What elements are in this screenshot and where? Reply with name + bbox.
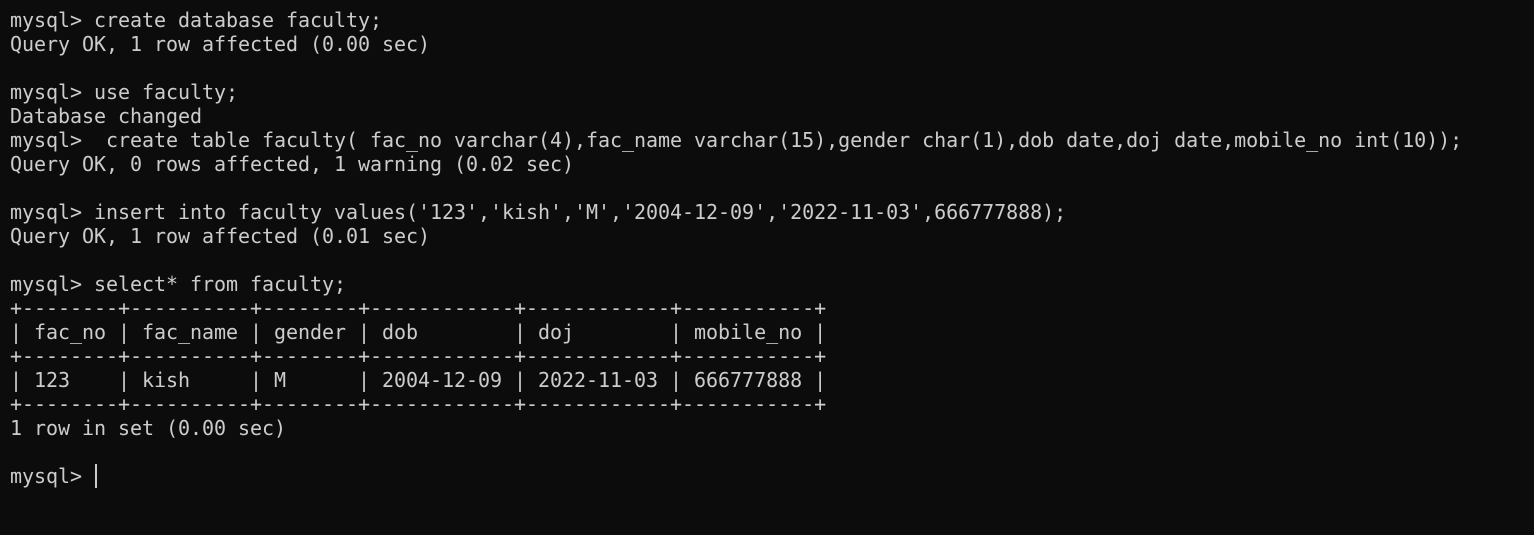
table-row: | 123 | kish | M | 2004-12-09 | 2022-11-… [10,368,827,392]
text-cursor [95,464,98,488]
output-line: 1 row in set (0.00 sec) [10,416,287,440]
output-line: mysql> insert into faculty values('123',… [10,200,1067,224]
terminal-window[interactable]: mysql> create database faculty; Query OK… [10,8,1534,535]
current-prompt-line[interactable]: mysql> [10,464,1534,488]
prompt-label: mysql> [10,464,95,488]
output-line: mysql> select* from faculty; [10,272,347,296]
output-line: Query OK, 0 rows affected, 1 warning (0.… [10,152,575,176]
table-header-line: | fac_no | fac_name | gender | dob | doj… [10,320,827,344]
output-line: Query OK, 1 row affected (0.01 sec) [10,224,431,248]
table-border-line: +--------+----------+--------+----------… [10,392,827,416]
output-line: Database changed [10,104,203,128]
table-border-line: +--------+----------+--------+----------… [10,296,827,320]
output-line: mysql> create database faculty; [10,8,383,32]
table-border-line: +--------+----------+--------+----------… [10,344,827,368]
output-line: mysql> create table faculty( fac_no varc… [10,128,1463,152]
output-line: Query OK, 1 row affected (0.00 sec) [10,32,431,56]
output-line: mysql> use faculty; [10,80,239,104]
